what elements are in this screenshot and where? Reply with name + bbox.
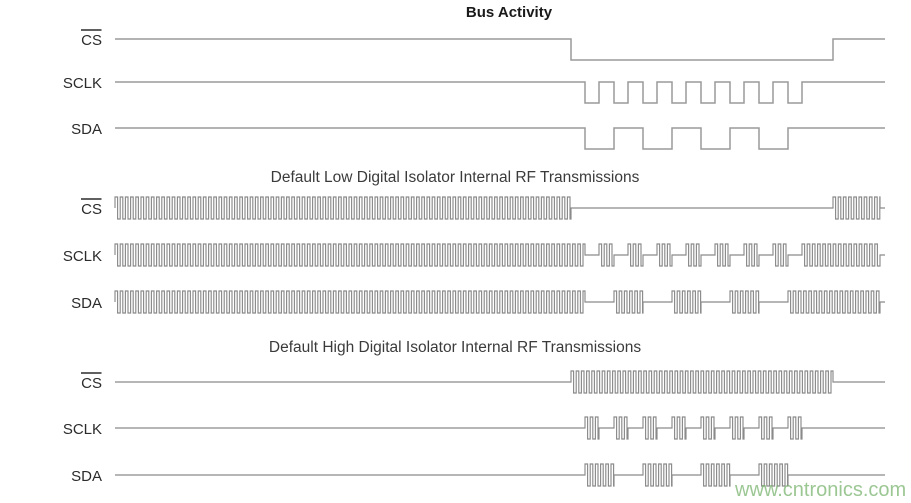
signal-label-sclk: SCLK [63,421,102,438]
signal-label-cs: CS [81,201,102,218]
section-title-bus-activity: Bus Activity [466,4,553,21]
section-title-default-high: Default High Digital Isolator Internal R… [269,339,641,356]
timing-diagram: Bus Activity CS SCLK SDA Default Low Digital… [0,0,911,503]
signal-label-sclk: SCLK [63,75,102,92]
watermark: www.cntronics.com [734,479,906,501]
signal-label-sclk: SCLK [63,248,102,265]
signal-label-cs: CS [81,375,102,392]
signal-label-sda: SDA [71,121,102,138]
signal-label-sda: SDA [71,295,102,312]
section-title-default-low: Default Low Digital Isolator Internal RF… [271,169,640,186]
signal-label-cs: CS [81,32,102,49]
signal-label-sda: SDA [71,468,102,485]
